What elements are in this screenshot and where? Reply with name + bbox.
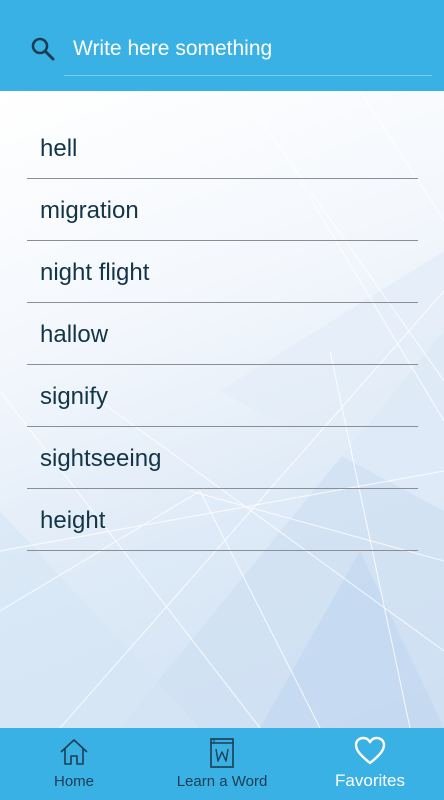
home-icon xyxy=(60,739,88,765)
nav-favorites-label: Favorites xyxy=(335,771,405,790)
list-item[interactable]: sightseeing xyxy=(27,427,418,489)
search-icon[interactable] xyxy=(30,36,56,62)
nav-learn-a-word[interactable]: Learn a Word xyxy=(148,728,296,800)
word-label: height xyxy=(40,507,106,534)
list-item[interactable]: height xyxy=(27,489,418,551)
nav-favorites[interactable]: Favorites xyxy=(296,728,444,800)
app-screen: hell migration night flight hallow signi… xyxy=(0,0,444,800)
list-item[interactable]: hallow xyxy=(27,303,418,365)
word-label: migration xyxy=(40,197,139,224)
list-item[interactable]: hell xyxy=(27,118,418,179)
word-list: hell migration night flight hallow signi… xyxy=(27,118,418,551)
nav-home[interactable]: Home xyxy=(0,728,148,800)
list-item[interactable]: signify xyxy=(27,365,418,427)
list-item[interactable]: migration xyxy=(27,179,418,241)
word-label: sightseeing xyxy=(40,445,162,472)
word-label: signify xyxy=(40,383,109,410)
search-input[interactable] xyxy=(73,34,423,64)
word-label: hell xyxy=(40,135,78,162)
list-item[interactable]: night flight xyxy=(27,241,418,303)
word-label: night flight xyxy=(40,259,150,286)
nav-home-label: Home xyxy=(53,773,94,790)
bottom-nav: Home Learn a Word Favorites xyxy=(0,728,444,800)
search-header xyxy=(0,0,444,91)
heart-icon xyxy=(354,736,386,765)
book-icon xyxy=(210,738,234,768)
search-field[interactable] xyxy=(64,22,432,76)
word-label: hallow xyxy=(40,321,109,348)
nav-learn-label: Learn a Word xyxy=(176,773,268,790)
